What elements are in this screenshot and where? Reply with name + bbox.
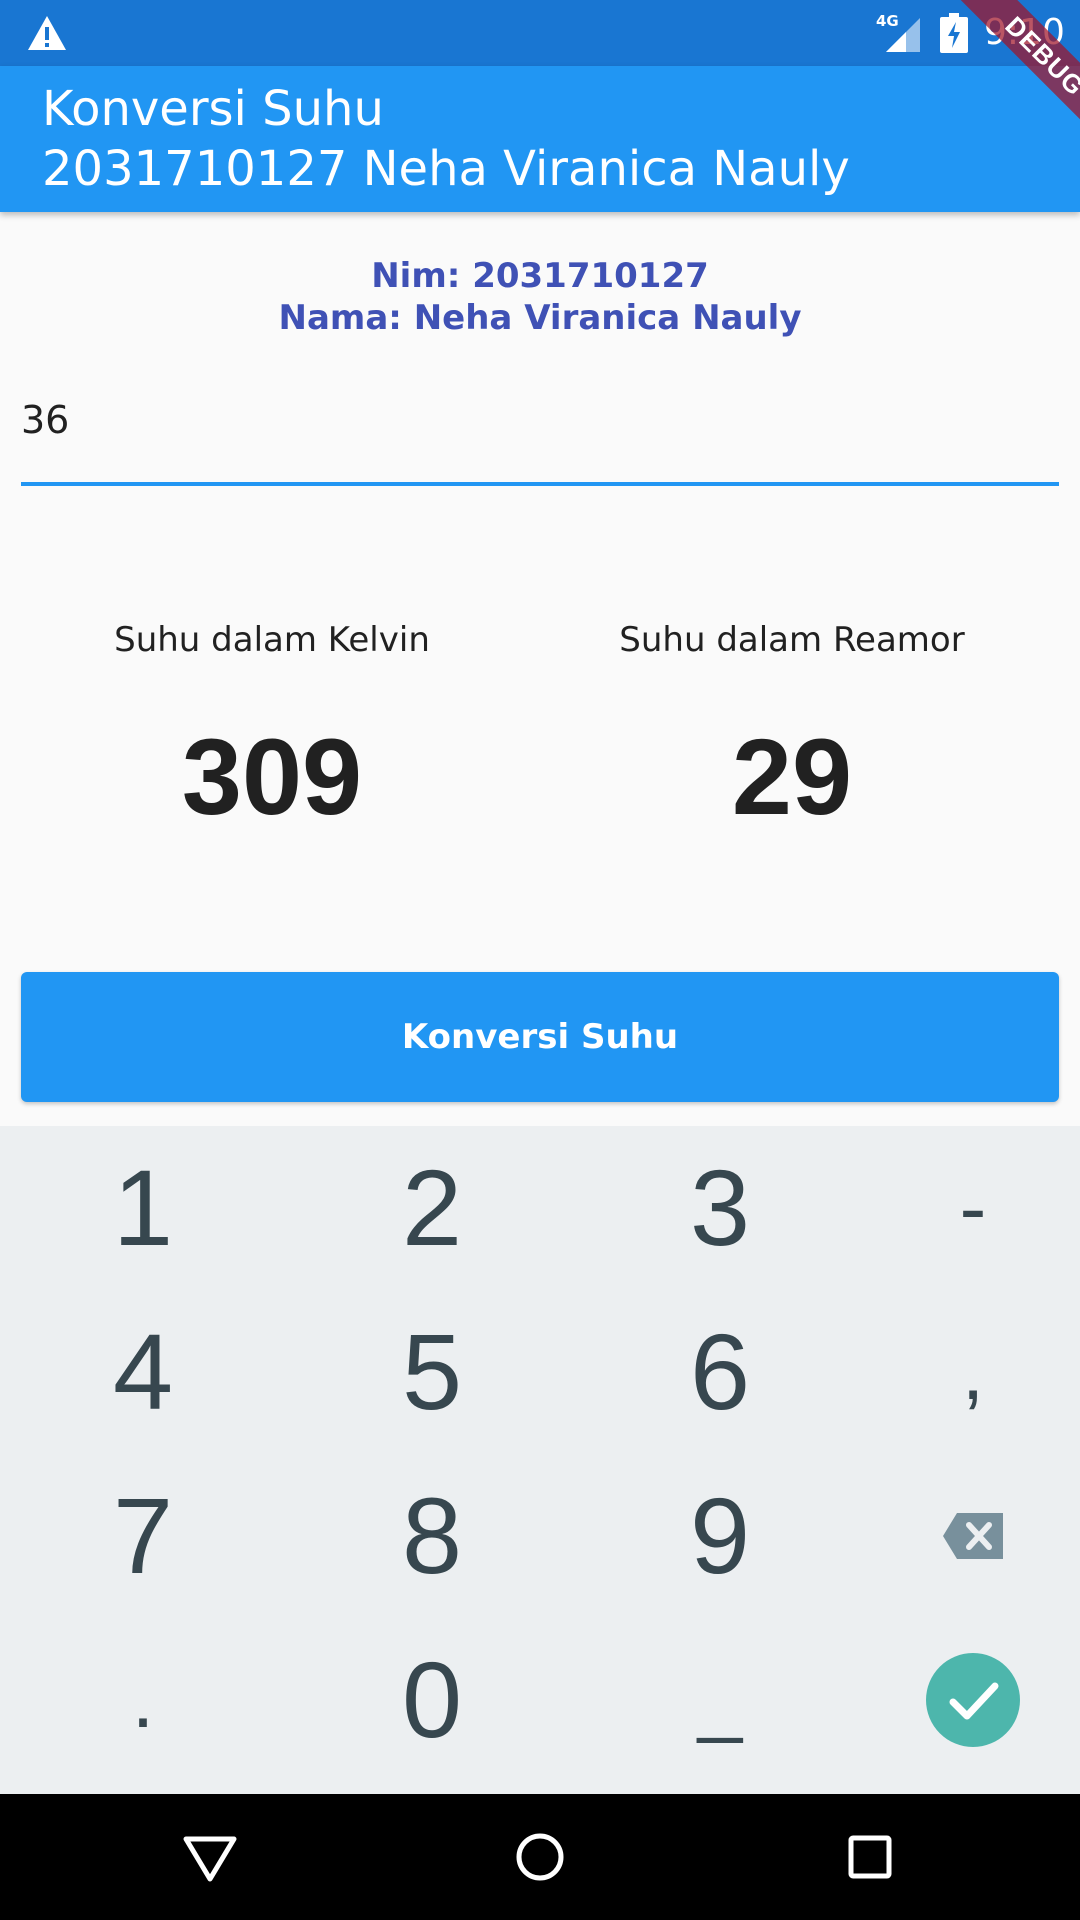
reamor-value: 29 [731,716,853,837]
key-comma[interactable]: , [838,1290,1080,1454]
key-minus[interactable]: - [838,1126,1080,1290]
check-icon [926,1653,1020,1747]
nama-text: Nama: Neha Viranica Nauly [278,298,802,338]
navigation-bar [0,1794,1080,1920]
key-5[interactable]: 5 [297,1290,567,1454]
numeric-keyboard: 1 2 3 - 4 5 6 , 7 8 9 . 0 _ [0,1126,1080,1794]
signal-icon: 4G [876,12,922,54]
key-7[interactable]: 7 [8,1454,278,1618]
key-1[interactable]: 1 [8,1126,278,1290]
key-0[interactable]: 0 [297,1618,567,1782]
input-underline [21,482,1059,486]
warning-icon [28,16,66,50]
key-period[interactable]: . [8,1618,278,1782]
key-done[interactable] [838,1618,1080,1782]
home-icon[interactable] [510,1827,570,1887]
kelvin-value: 309 [181,716,363,837]
key-6[interactable]: 6 [585,1290,855,1454]
convert-button[interactable]: Konversi Suhu [21,972,1059,1102]
key-8[interactable]: 8 [297,1454,567,1618]
app-title: Konversi Suhu [42,81,384,137]
network-type-label: 4G [876,12,899,30]
nim-text: Nim: 2031710127 [371,256,709,296]
key-underscore[interactable]: _ [585,1618,855,1782]
kelvin-label: Suhu dalam Kelvin [114,620,430,660]
key-9[interactable]: 9 [585,1454,855,1618]
status-bar: 4G 9:10 [0,0,1080,66]
battery-charging-icon [940,13,968,53]
reamor-label: Suhu dalam Reamor [619,620,965,660]
status-time: 9:10 [984,12,1065,53]
recents-icon[interactable] [840,1827,900,1887]
key-2[interactable]: 2 [297,1126,567,1290]
key-backspace[interactable] [838,1454,1080,1618]
app-subtitle: 2031710127 Neha Viranica Nauly [42,141,850,197]
app-bar: Konversi Suhu 2031710127 Neha Viranica N… [0,66,1080,212]
backspace-icon [943,1513,1003,1559]
back-icon[interactable] [180,1827,240,1887]
key-3[interactable]: 3 [585,1126,855,1290]
temperature-input[interactable] [21,392,1059,448]
key-4[interactable]: 4 [8,1290,278,1454]
